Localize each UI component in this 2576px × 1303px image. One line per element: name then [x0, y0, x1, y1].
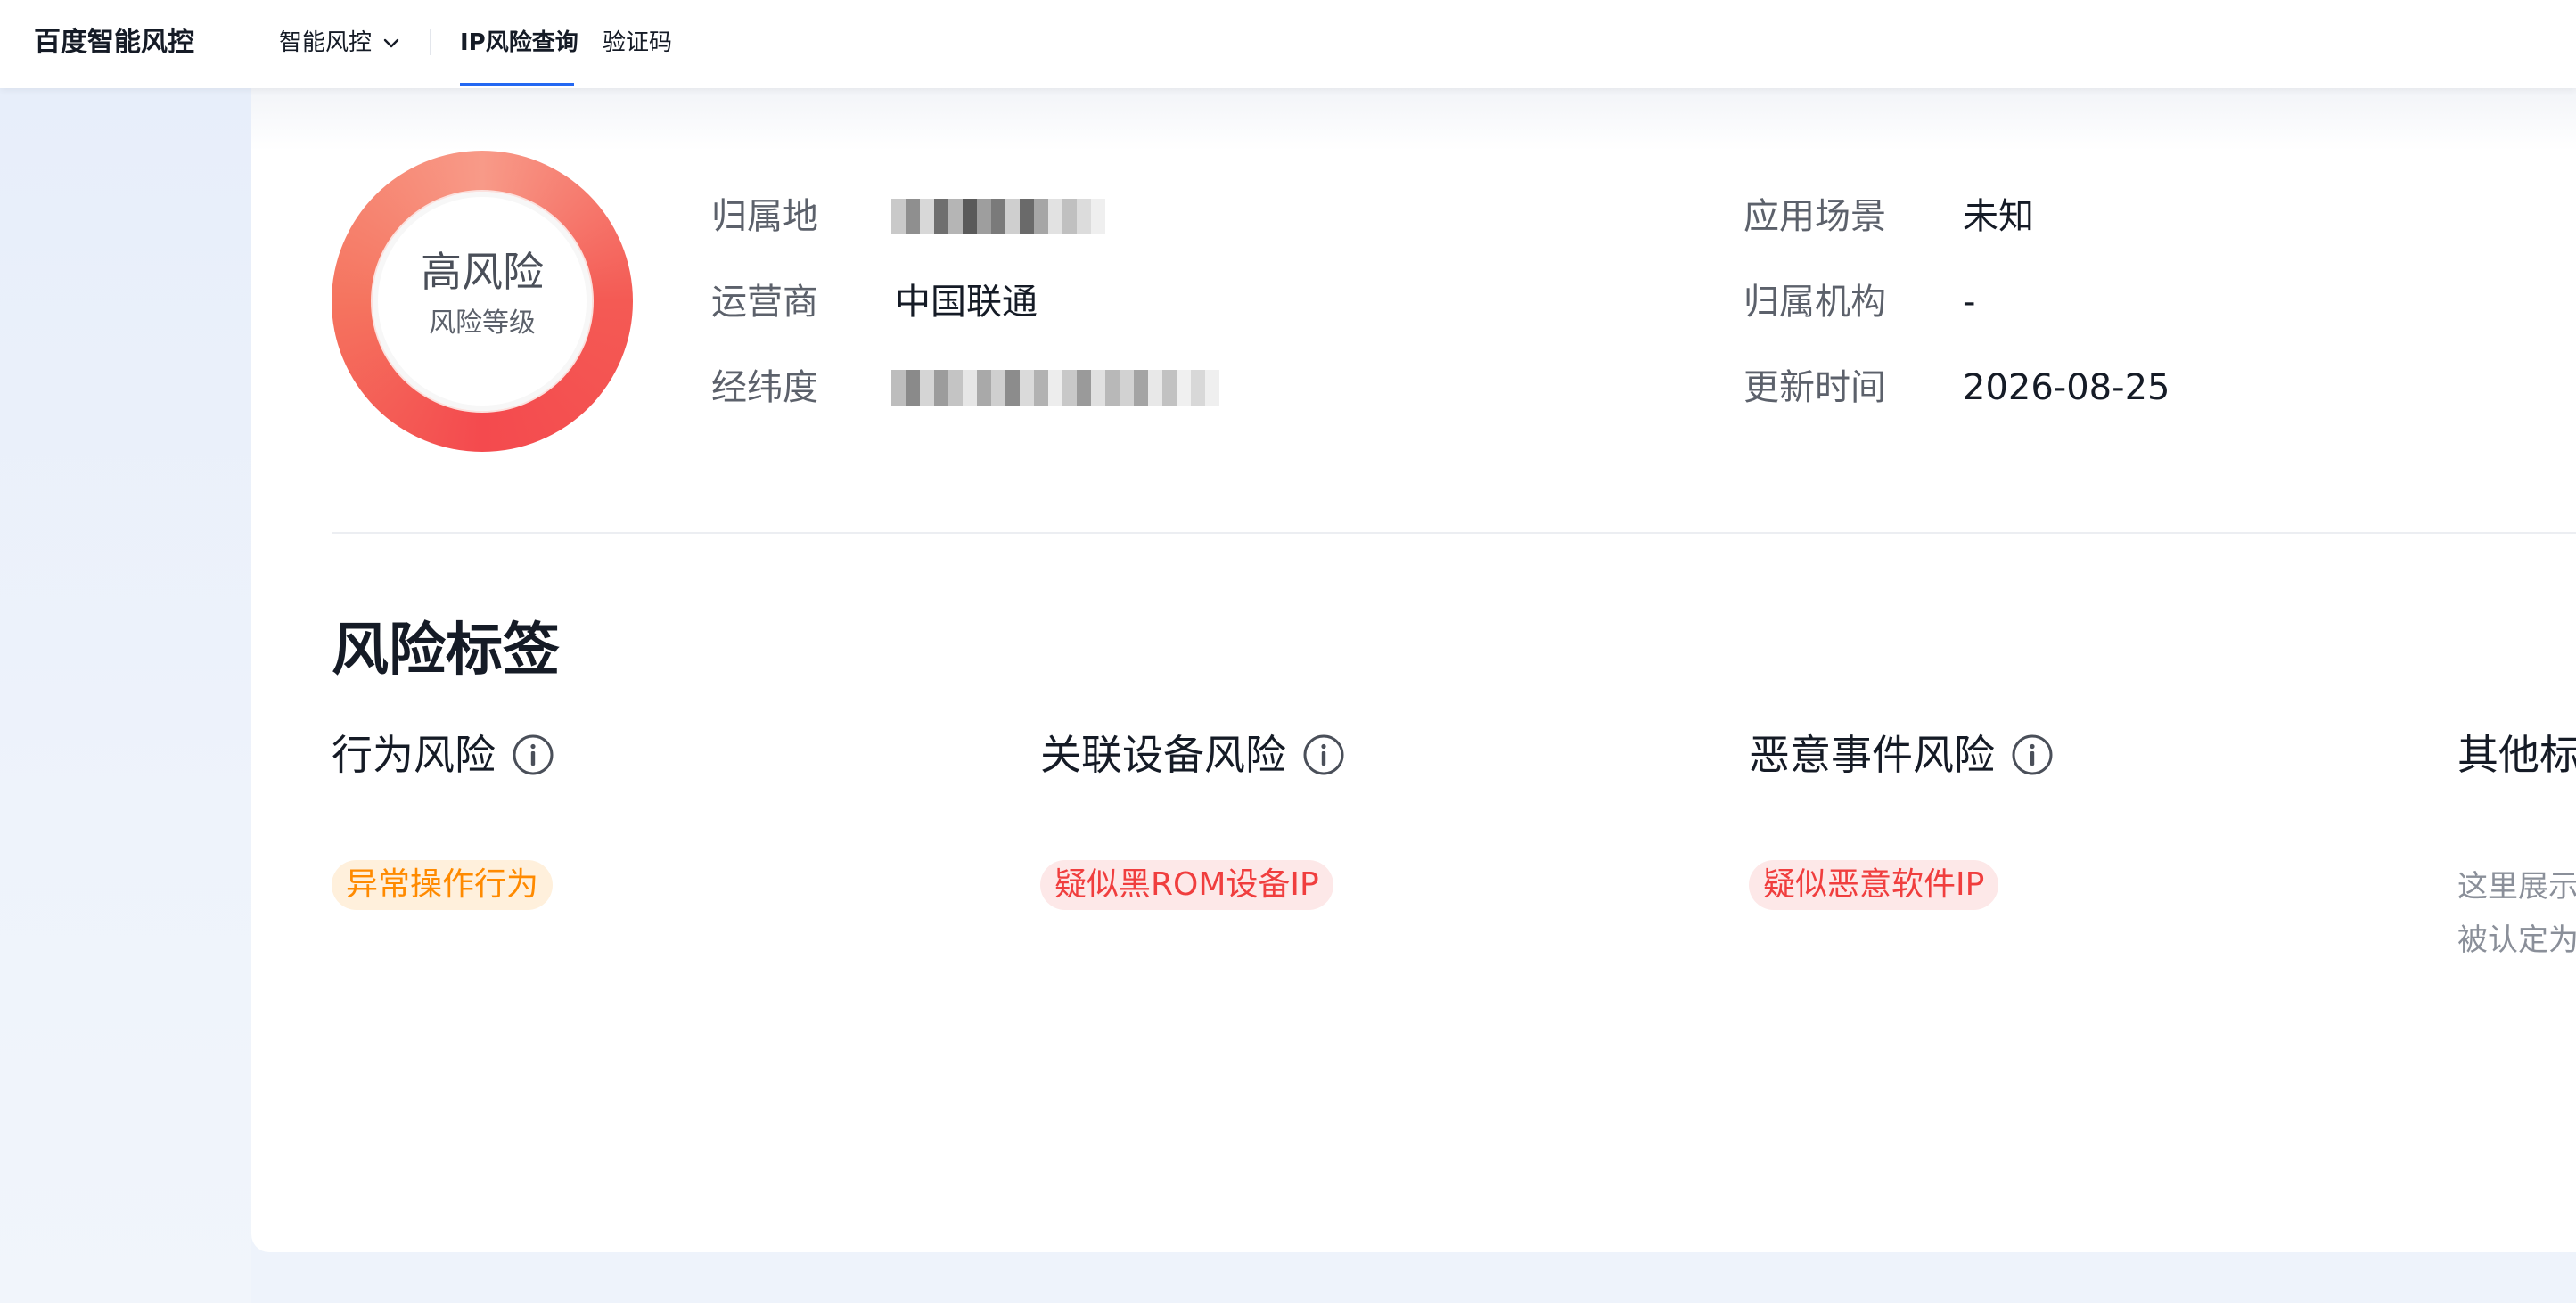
behavior-risk-heading: 行为风险: [332, 726, 554, 783]
active-tab-indicator: [460, 83, 574, 86]
isp-label: 运营商: [711, 282, 818, 323]
updated-label: 更新时间: [1743, 367, 1886, 408]
info-icon[interactable]: [1302, 733, 1345, 776]
risk-level-text: 高风险: [421, 248, 544, 296]
tab-ip-risk-query[interactable]: IP风险查询: [460, 25, 578, 61]
malicious-event-title: 恶意事件风险: [1749, 731, 1995, 779]
risk-level-ring: 高风险 风险等级: [332, 151, 633, 452]
risk-tag-abnormal-operation: 异常操作行为: [332, 860, 554, 910]
tab-captcha[interactable]: 验证码: [603, 25, 672, 61]
nav-dropdown-label: 智能风控: [279, 29, 373, 56]
scene-value: 未知: [1963, 196, 2034, 237]
risk-tag-black-rom-device: 疑似黑ROM设备IP: [1040, 860, 1333, 910]
scene-label: 应用场景: [1743, 196, 1886, 237]
nav-divider: [430, 29, 431, 55]
risk-tag-malware-ip: 疑似恶意软件IP: [1749, 860, 1999, 910]
location-label: 归属地: [711, 196, 818, 237]
latlng-value-blurred: [891, 370, 1219, 406]
risk-tags-title: 风险标签: [332, 618, 560, 684]
device-risk-heading: 关联设备风险: [1040, 726, 1345, 783]
result-card: 高风险 风险等级 归属地 运营商 中国联通 经纬度 应用场景 未知 归属机构 -…: [251, 88, 2576, 1252]
card-header-fade: [251, 88, 2576, 151]
org-value: -: [1963, 282, 1976, 323]
info-icon[interactable]: [512, 733, 554, 776]
org-label: 归属机构: [1743, 282, 1886, 323]
other-tags-desc-line1: 这里展示: [2457, 869, 2576, 905]
risk-level-caption: 风险等级: [429, 307, 536, 339]
side-panel: [0, 88, 251, 1303]
info-icon[interactable]: [2011, 733, 2054, 776]
other-tags-title: 其他标: [2457, 731, 2576, 779]
other-tags-desc-line2: 被认定为: [2457, 922, 2576, 958]
section-divider: [332, 532, 2576, 534]
location-value-blurred: [891, 199, 1105, 234]
isp-value: 中国联通: [895, 282, 1038, 323]
latlng-label: 经纬度: [711, 367, 818, 408]
chevron-down-icon: [383, 38, 399, 48]
other-tags-heading: 其他标: [2457, 726, 2576, 783]
top-nav-bar: 百度智能风控 智能风控 IP风险查询 验证码: [0, 0, 2576, 88]
behavior-risk-title: 行为风险: [332, 731, 496, 779]
device-risk-title: 关联设备风险: [1040, 731, 1286, 779]
risk-ring-center: 高风险 风险等级: [373, 192, 592, 411]
brand-logo-text[interactable]: 百度智能风控: [34, 25, 194, 61]
updated-value: 2026-08-25: [1963, 367, 2170, 408]
nav-dropdown-smart-risk[interactable]: 智能风控: [279, 25, 402, 61]
malicious-event-heading: 恶意事件风险: [1749, 726, 2054, 783]
